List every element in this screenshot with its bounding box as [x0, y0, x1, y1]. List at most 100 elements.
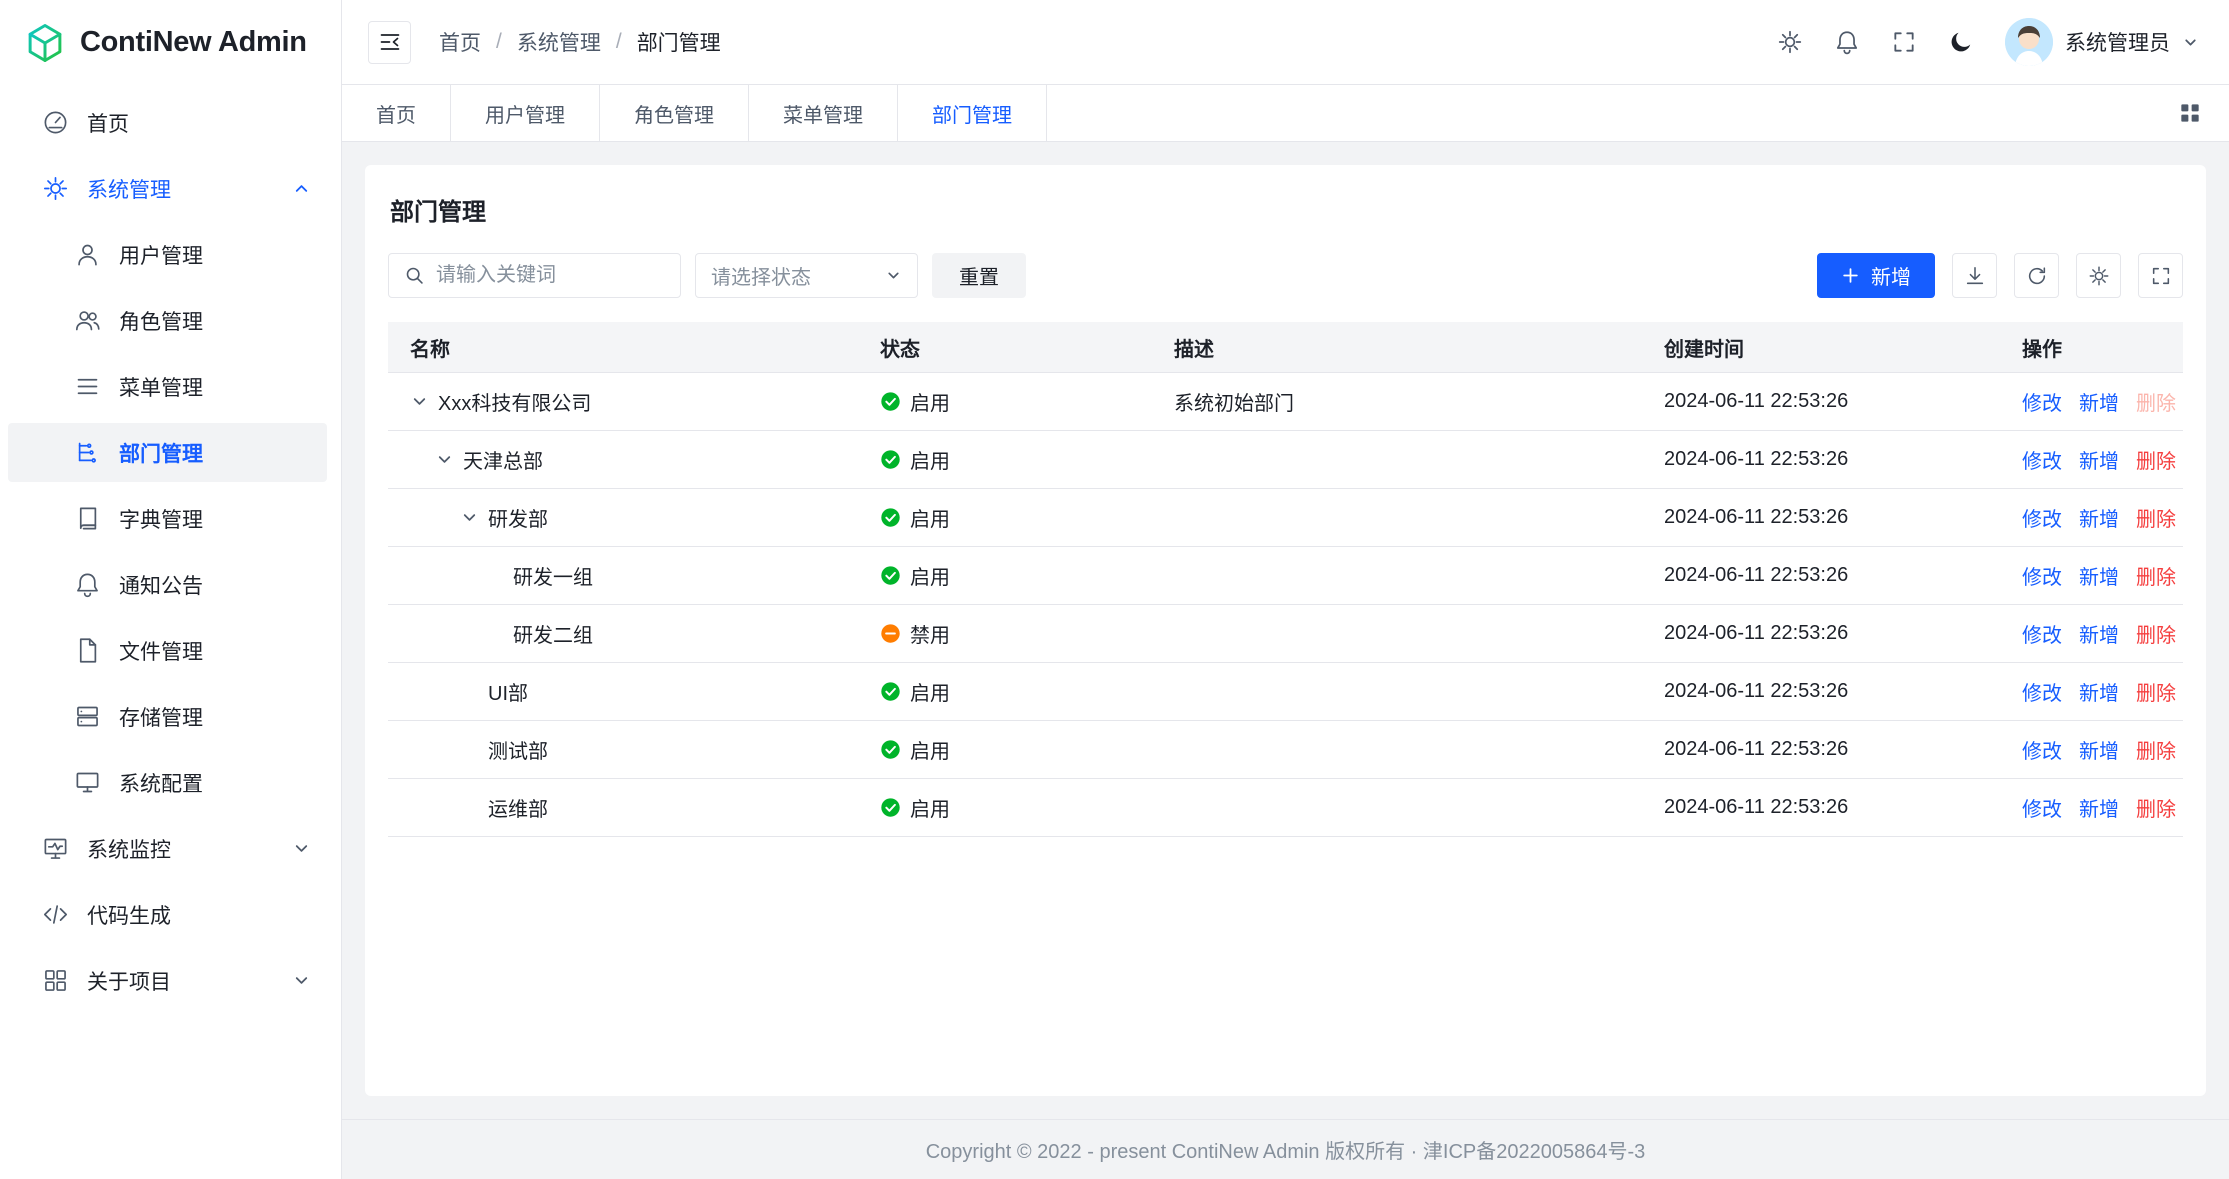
breadcrumb-home[interactable]: 首页: [439, 27, 481, 57]
edit-link[interactable]: 修改: [2022, 503, 2062, 532]
sidebar-item-about[interactable]: 关于项目: [8, 951, 327, 1010]
menu-list-icon: [74, 373, 101, 400]
add-child-link[interactable]: 新增: [2079, 445, 2119, 474]
status-select-placeholder: 请选择状态: [711, 261, 811, 290]
dept-name: 研发一组: [513, 561, 593, 590]
tab-menu-mgmt[interactable]: 菜单管理: [749, 85, 898, 141]
user-menu[interactable]: 系统管理员: [2005, 18, 2199, 66]
edit-link[interactable]: 修改: [2022, 561, 2062, 590]
sidebar-item-dept-mgmt[interactable]: 部门管理: [8, 423, 327, 482]
add-button[interactable]: 新增: [1817, 253, 1935, 298]
tab-home[interactable]: 首页: [342, 85, 451, 141]
table-fullscreen-button[interactable]: [2138, 253, 2183, 298]
add-child-link[interactable]: 新增: [2079, 735, 2119, 764]
add-child-link[interactable]: 新增: [2079, 793, 2119, 822]
sidebar-collapse-button[interactable]: [368, 21, 411, 64]
delete-link[interactable]: 删除: [2136, 503, 2176, 532]
edit-link[interactable]: 修改: [2022, 677, 2062, 706]
export-button[interactable]: [1952, 253, 1997, 298]
status-enabled-icon: [880, 797, 901, 818]
edit-link[interactable]: 修改: [2022, 445, 2062, 474]
expand-arrow-icon[interactable]: [435, 450, 454, 469]
delete-link[interactable]: 删除: [2136, 735, 2176, 764]
delete-link[interactable]: 删除: [2136, 445, 2176, 474]
sidebar-item-file-mgmt[interactable]: 文件管理: [8, 621, 327, 680]
code-icon: [42, 901, 69, 928]
breadcrumb: 首页 / 系统管理 / 部门管理: [439, 27, 721, 57]
sidebar-item-system-config[interactable]: 系统配置: [8, 753, 327, 812]
dept-name-cell: 研发一组: [388, 561, 858, 590]
row-actions: 修改 新增 删除: [2006, 445, 2183, 474]
settings-button[interactable]: [1777, 29, 1803, 55]
status-select[interactable]: 请选择状态: [695, 253, 918, 298]
sidebar-item-user-mgmt[interactable]: 用户管理: [8, 225, 327, 284]
breadcrumb-system-mgmt[interactable]: 系统管理: [517, 27, 601, 57]
apps-grid-icon[interactable]: [2177, 100, 2203, 126]
status-enabled-icon: [880, 391, 901, 412]
refresh-button[interactable]: [2014, 253, 2059, 298]
monitor-icon: [42, 835, 69, 862]
dept-name-cell: 测试部: [388, 735, 858, 764]
search-input[interactable]: [436, 264, 665, 287]
delete-link[interactable]: 删除: [2136, 677, 2176, 706]
status-badge: 启用: [880, 793, 1152, 822]
reset-button[interactable]: 重置: [932, 253, 1026, 298]
delete-link[interactable]: 删除: [2136, 793, 2176, 822]
file-icon: [74, 637, 101, 664]
status-label: 启用: [910, 503, 950, 532]
edit-link[interactable]: 修改: [2022, 793, 2062, 822]
delete-link[interactable]: 删除: [2136, 619, 2176, 648]
sidebar-item-code-gen[interactable]: 代码生成: [8, 885, 327, 944]
sidebar-item-system-mgmt[interactable]: 系统管理: [8, 159, 327, 218]
edit-link[interactable]: 修改: [2022, 735, 2062, 764]
add-child-link[interactable]: 新增: [2079, 619, 2119, 648]
tree-icon: [74, 439, 101, 466]
app-title: ContiNew Admin: [80, 26, 307, 59]
tab-user-mgmt[interactable]: 用户管理: [451, 85, 600, 141]
edit-link[interactable]: 修改: [2022, 387, 2062, 416]
expand-arrow-icon[interactable]: [410, 392, 429, 411]
sidebar-label: 菜单管理: [119, 372, 203, 402]
moon-icon: [1948, 29, 1974, 55]
grid-icon: [42, 967, 69, 994]
add-child-link[interactable]: 新增: [2079, 387, 2119, 416]
sidebar-item-home[interactable]: 首页: [8, 93, 327, 152]
dept-name-cell: Xxx科技有限公司: [388, 387, 858, 416]
column-settings-button[interactable]: [2076, 253, 2121, 298]
sidebar-item-menu-mgmt[interactable]: 菜单管理: [8, 357, 327, 416]
tab-label: 角色管理: [634, 99, 714, 128]
tab-dept-mgmt[interactable]: 部门管理: [898, 85, 1047, 141]
sidebar-item-dict-mgmt[interactable]: 字典管理: [8, 489, 327, 548]
sidebar-item-role-mgmt[interactable]: 角色管理: [8, 291, 327, 350]
toolbar-right: 新增: [1817, 253, 2183, 298]
row-actions: 修改 新增 删除: [2006, 503, 2183, 532]
user-icon: [74, 241, 101, 268]
dept-table: 名称 状态 描述 创建时间 操作 Xxx科技有限公司 启用: [388, 322, 2183, 837]
delete-link[interactable]: 删除: [2136, 561, 2176, 590]
notifications-button[interactable]: [1834, 29, 1860, 55]
row-actions: 修改 新增 删除: [2006, 561, 2183, 590]
sidebar-item-storage-mgmt[interactable]: 存储管理: [8, 687, 327, 746]
status-badge: 启用: [880, 677, 1152, 706]
tab-bar: 首页 用户管理 角色管理 菜单管理 部门管理: [342, 85, 2229, 142]
status-badge: 启用: [880, 735, 1152, 764]
add-child-link[interactable]: 新增: [2079, 503, 2119, 532]
dept-name-cell: 研发二组: [388, 619, 858, 648]
dark-mode-toggle[interactable]: [1948, 29, 1974, 55]
dept-created-time: 2024-06-11 22:53:26: [1642, 738, 2006, 761]
fullscreen-button[interactable]: [1891, 29, 1917, 55]
col-header-time: 创建时间: [1642, 333, 2006, 362]
dept-created-time: 2024-06-11 22:53:26: [1642, 390, 2006, 413]
chevron-down-icon: [2182, 34, 2199, 51]
add-child-link[interactable]: 新增: [2079, 677, 2119, 706]
add-child-link[interactable]: 新增: [2079, 561, 2119, 590]
sidebar-item-notice[interactable]: 通知公告: [8, 555, 327, 614]
tab-role-mgmt[interactable]: 角色管理: [600, 85, 749, 141]
app-logo[interactable]: ContiNew Admin: [0, 0, 341, 85]
header-actions: 系统管理员: [1777, 18, 2199, 66]
edit-link[interactable]: 修改: [2022, 619, 2062, 648]
status-badge: 启用: [880, 503, 1152, 532]
sidebar-item-system-monitor[interactable]: 系统监控: [8, 819, 327, 878]
expand-arrow-icon[interactable]: [460, 508, 479, 527]
dept-created-time: 2024-06-11 22:53:26: [1642, 680, 2006, 703]
